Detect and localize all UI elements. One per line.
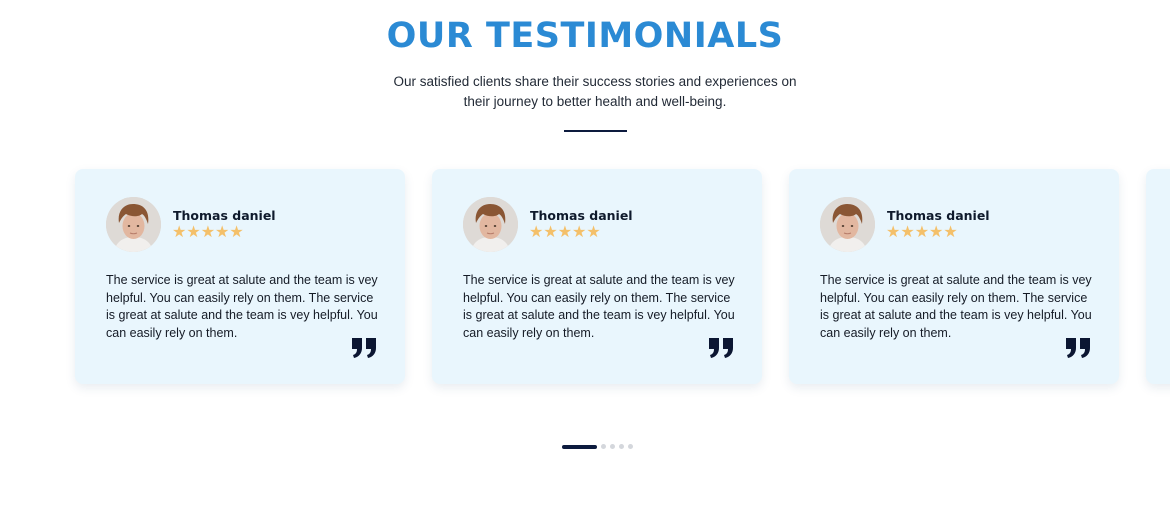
review-text: The service is great at salute and the t… xyxy=(820,273,1092,340)
carousel-dot[interactable] xyxy=(610,444,615,449)
star-rating: ★★★★★ xyxy=(172,223,244,241)
review-text: The service is great at salute and the t… xyxy=(106,273,378,340)
star-rating: ★★★★★ xyxy=(886,223,958,241)
carousel-pagination xyxy=(562,444,633,449)
review-text: The service is great at salute and the t… xyxy=(463,273,735,340)
section-title: OUR TESTIMONIALS xyxy=(386,16,784,56)
testimonial-card: Thomas daniel ★★★★★ The service is great… xyxy=(75,169,405,384)
avatar-image xyxy=(463,197,518,252)
testimonial-card: Thomas daniel ★★★★★ The service is great… xyxy=(432,169,762,384)
star-rating: ★★★★★ xyxy=(529,223,601,241)
avatar xyxy=(463,197,518,252)
testimonial-card: Thomas daniel ★★★★★ The service is great… xyxy=(789,169,1119,384)
reviewer-name: Thomas daniel xyxy=(530,208,633,223)
avatar-image xyxy=(820,197,875,252)
carousel-dot[interactable] xyxy=(619,444,624,449)
star-icon: ★★★★★ xyxy=(886,222,958,241)
carousel-dot[interactable] xyxy=(628,444,633,449)
quote-icon xyxy=(352,338,376,358)
quote-icon xyxy=(1066,338,1090,358)
star-icon: ★★★★★ xyxy=(172,222,244,241)
carousel-dot-active[interactable] xyxy=(562,444,597,449)
title-divider xyxy=(564,130,627,132)
testimonial-card-partial xyxy=(1146,169,1170,384)
quote-icon xyxy=(709,338,733,358)
reviewer-name: Thomas daniel xyxy=(887,208,990,223)
carousel-dot[interactable] xyxy=(601,444,606,449)
section-subtitle: Our satisfied clients share their succes… xyxy=(393,74,797,109)
reviewer-name: Thomas daniel xyxy=(173,208,276,223)
avatar xyxy=(106,197,161,252)
star-icon: ★★★★★ xyxy=(529,222,601,241)
avatar-image xyxy=(106,197,161,252)
avatar xyxy=(820,197,875,252)
